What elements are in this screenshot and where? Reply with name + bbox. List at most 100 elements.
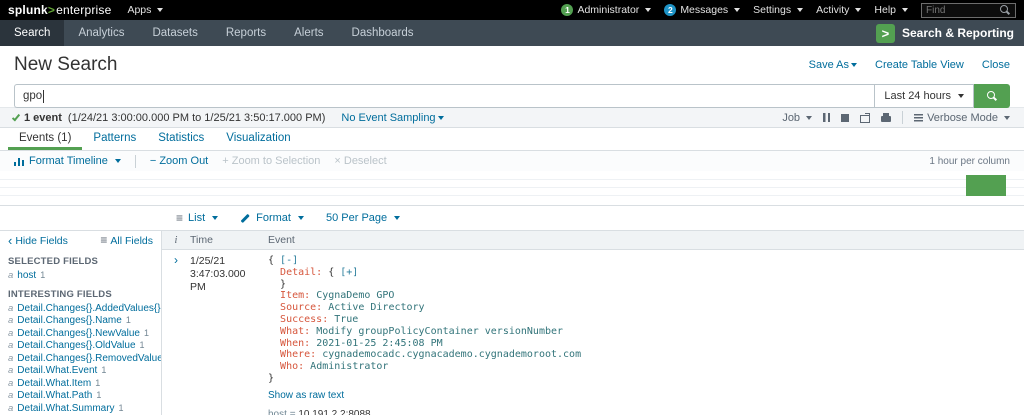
json-key: Where: <box>280 349 316 360</box>
per-page-menu[interactable]: 50 Per Page <box>326 212 400 224</box>
job-menu[interactable]: Job <box>782 112 812 124</box>
zoom-to-selection-button[interactable]: + Zoom to Selection <box>222 155 320 167</box>
hide-fields-label: Hide Fields <box>15 235 68 247</box>
field-name[interactable]: host <box>17 270 36 281</box>
host-field-value[interactable]: 10.191.2.2:8088 <box>298 409 370 415</box>
time-range-picker[interactable]: Last 24 hours <box>874 84 974 108</box>
interesting-fields-list: aDetail.Changes{}.AddedValues{}1aDetail.… <box>0 303 161 416</box>
json-key: Source: <box>280 302 322 313</box>
field-type: a <box>8 328 13 339</box>
time-range-label: Last 24 hours <box>884 90 951 102</box>
expand-event-chevron-icon[interactable] <box>162 255 190 415</box>
result-tab-events-1[interactable]: Events (1) <box>8 128 82 150</box>
print-icon <box>881 116 891 122</box>
settings-menu[interactable]: Settings <box>753 4 803 16</box>
event-sampling-menu[interactable]: No Event Sampling <box>341 112 443 124</box>
all-fields-button[interactable]: All Fields <box>100 234 153 247</box>
app-tab-dashboards[interactable]: Dashboards <box>338 20 428 46</box>
field-item[interactable]: aDetail.Changes{}.NewValue1 <box>0 328 161 341</box>
results-display-bar: List Format 50 Per Page <box>0 206 1024 231</box>
caret-down-icon <box>115 159 121 163</box>
field-item[interactable]: aDetail.Changes{}.Name1 <box>0 315 161 328</box>
list-view-menu[interactable]: List <box>176 212 218 225</box>
app-tab-datasets[interactable]: Datasets <box>138 20 211 46</box>
caret-down-icon <box>806 116 812 120</box>
result-tab-statistics[interactable]: Statistics <box>147 128 215 150</box>
caret-down-icon <box>797 8 803 12</box>
json-line: Detail: { [+] <box>268 267 1024 279</box>
help-menu[interactable]: Help <box>874 4 908 16</box>
field-item[interactable]: aDetail.Changes{}.AddedValues{}1 <box>0 303 161 316</box>
field-item[interactable]: aDetail.What.Path1 <box>0 390 161 403</box>
json-line: Item: CygnaDemo GPO <box>268 290 1024 302</box>
field-name[interactable]: Detail.What.Item <box>17 378 91 389</box>
field-name[interactable]: Detail.Changes{}.NewValue <box>17 328 140 339</box>
job-status-bar: 1 event (1/24/21 3:00:00.000 PM to 1/25/… <box>0 107 1024 128</box>
field-item[interactable]: ahost1 <box>0 270 161 283</box>
host-field-label: host <box>268 409 287 415</box>
splunk-logo[interactable]: splunk > enterprise <box>8 3 111 17</box>
close-button[interactable]: Close <box>982 59 1010 71</box>
field-item[interactable]: aDetail.What.Summary1 <box>0 403 161 416</box>
caret-down-icon <box>734 8 740 12</box>
format-timeline-menu[interactable]: Format Timeline <box>14 155 121 167</box>
caret-down-icon <box>855 8 861 12</box>
field-item[interactable]: aDetail.Changes{}.RemovedValues{}1 <box>0 353 161 366</box>
json-value: Administrator <box>310 361 388 372</box>
user-menu[interactable]: 1 Administrator <box>561 4 651 16</box>
json-punct: } <box>268 373 274 384</box>
search-query-input[interactable]: gpo <box>14 84 874 108</box>
event-json: { [-] Detail: { [+] } Item: CygnaDemo GP… <box>268 255 1024 385</box>
list-view-label: List <box>188 212 205 224</box>
apps-menu[interactable]: Apps <box>127 4 163 16</box>
find-box[interactable] <box>921 3 1016 18</box>
field-name[interactable]: Detail.Changes{}.RemovedValues{} <box>17 353 161 364</box>
result-tabs: Events (1)PatternsStatisticsVisualizatio… <box>0 128 1024 151</box>
search-mode-menu[interactable]: Verbose Mode <box>914 112 1010 124</box>
save-as-button[interactable]: Save As <box>809 59 857 71</box>
timeline-bar[interactable] <box>966 175 1006 196</box>
app-brand[interactable]: > Search & Reporting <box>876 20 1024 46</box>
hide-fields-button[interactable]: Hide Fields <box>8 234 68 248</box>
job-success-check-icon <box>12 112 20 121</box>
format-menu[interactable]: Format <box>240 212 304 224</box>
app-tab-reports[interactable]: Reports <box>212 20 280 46</box>
result-tab-visualization[interactable]: Visualization <box>215 128 301 150</box>
field-item[interactable]: aDetail.Changes{}.OldValue1 <box>0 340 161 353</box>
deselect-button[interactable]: × Deselect <box>334 155 386 167</box>
deselect-label: × Deselect <box>334 155 386 167</box>
print-button[interactable] <box>881 113 891 122</box>
field-name[interactable]: Detail.What.Path <box>17 390 92 401</box>
stop-job-button[interactable] <box>841 114 849 122</box>
messages-menu[interactable]: 2 Messages <box>664 4 740 16</box>
zoom-out-button[interactable]: − Zoom Out <box>150 155 208 167</box>
json-value: 2021-01-25 2:45:08 PM <box>316 338 442 349</box>
field-name[interactable]: Detail.Changes{}.OldValue <box>17 340 135 351</box>
app-tab-analytics[interactable]: Analytics <box>64 20 138 46</box>
event-host-line: host = 10.191.2.2:8088 <box>268 409 1024 415</box>
share-job-button[interactable] <box>860 113 870 123</box>
activity-menu[interactable]: Activity <box>816 4 861 16</box>
find-input[interactable] <box>926 5 996 16</box>
app-tab-alerts[interactable]: Alerts <box>280 20 337 46</box>
json-punct <box>268 267 280 278</box>
json-expand-toggle[interactable]: [-] <box>280 255 298 266</box>
show-raw-text-link[interactable]: Show as raw text <box>268 390 344 401</box>
pause-job-button[interactable] <box>823 113 830 122</box>
field-item[interactable]: aDetail.What.Event1 <box>0 365 161 378</box>
job-controls: Job Verbose Mode <box>782 111 1010 124</box>
field-name[interactable]: Detail.What.Summary <box>17 403 114 414</box>
field-name[interactable]: Detail.What.Event <box>17 365 97 376</box>
caret-down-icon <box>645 8 651 12</box>
create-table-view-button[interactable]: Create Table View <box>875 59 964 71</box>
search-button[interactable] <box>974 84 1010 108</box>
timeline-controls: Format Timeline − Zoom Out + Zoom to Sel… <box>0 151 1024 171</box>
field-name[interactable]: Detail.Changes{}.Name <box>17 315 122 326</box>
app-tab-search[interactable]: Search <box>0 20 64 46</box>
search-mode-label: Verbose Mode <box>927 112 998 124</box>
field-item[interactable]: aDetail.What.Item1 <box>0 378 161 391</box>
json-expand-toggle[interactable]: [+] <box>340 267 358 278</box>
timeline-chart[interactable] <box>0 171 1024 206</box>
field-name[interactable]: Detail.Changes{}.AddedValues{} <box>17 303 160 314</box>
result-tab-patterns[interactable]: Patterns <box>82 128 147 150</box>
